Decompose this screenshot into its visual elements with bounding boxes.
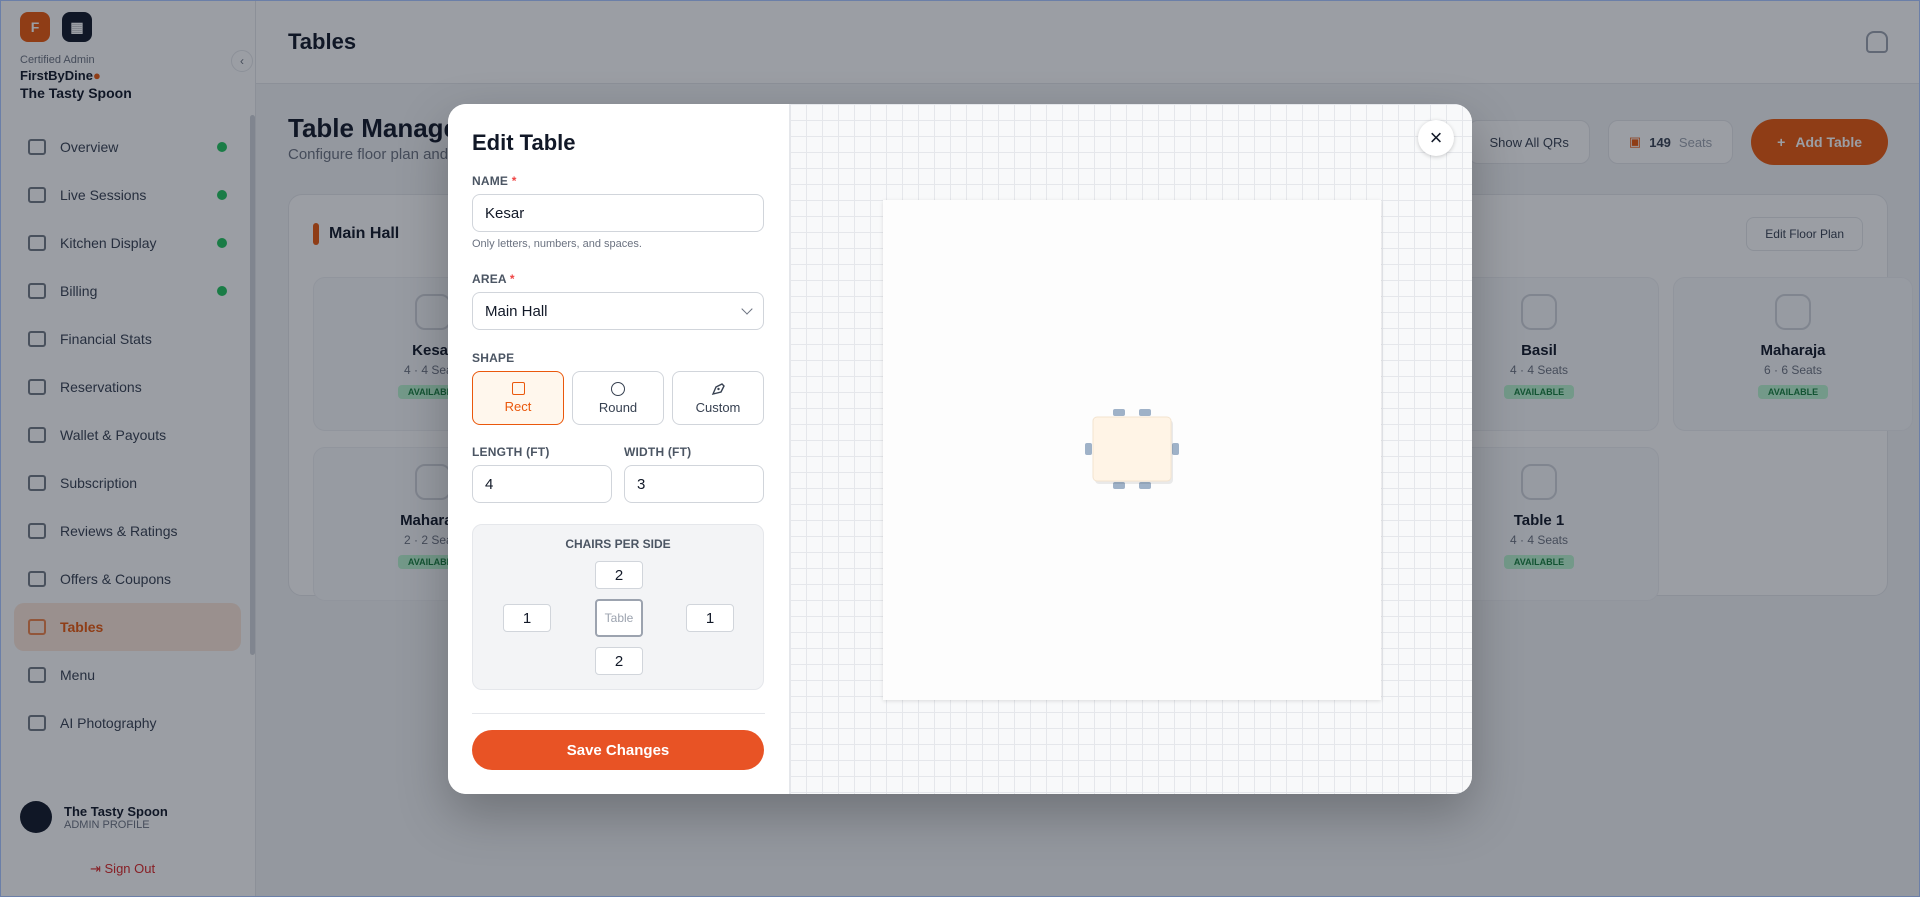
area-select[interactable]: Main Hall: [472, 292, 764, 330]
chair-top: [1139, 409, 1151, 416]
name-hint: Only letters, numbers, and spaces.: [472, 238, 642, 250]
circle-icon: [611, 381, 625, 396]
length-field: LENGTH (FT) 4: [472, 445, 612, 503]
width-input-value: 3: [637, 475, 646, 493]
dimension-fields: LENGTH (FT) 4 WIDTH (FT) 3: [472, 445, 765, 503]
save-changes-button[interactable]: Save Changes: [472, 730, 764, 770]
edit-table-modal: Edit Table NAME * Kesar Only letters, nu…: [448, 104, 1472, 794]
footer-divider: [472, 713, 765, 714]
chairs-left-input[interactable]: 1: [503, 604, 551, 632]
shape-custom-button[interactable]: Custom: [672, 371, 764, 425]
shape-options: Rect Round Custom: [472, 371, 765, 425]
length-label: LENGTH (FT): [472, 445, 550, 459]
edit-table-form: Edit Table NAME * Kesar Only letters, nu…: [448, 104, 789, 794]
name-input[interactable]: Kesar: [472, 194, 764, 232]
table-token: Table: [595, 599, 643, 637]
chair-top: [1113, 409, 1125, 416]
width-input[interactable]: 3: [624, 465, 764, 503]
chairs-right-input[interactable]: 1: [686, 604, 734, 632]
chairs-per-side-panel: CHAIRS PER SIDE 2 1 Table 1 2: [472, 524, 764, 690]
shape-label: SHAPE: [472, 351, 515, 365]
shape-round-button[interactable]: Round: [572, 371, 664, 425]
name-label-text: NAME: [472, 174, 509, 188]
required-marker: *: [511, 174, 517, 188]
preview-table: [1092, 416, 1172, 482]
preview-board: [883, 200, 1381, 700]
width-label: WIDTH (FT): [624, 445, 692, 459]
chairs-title: CHAIRS PER SIDE: [565, 537, 671, 551]
name-label: NAME *: [472, 174, 765, 188]
table-preview-canvas: ×: [789, 104, 1472, 794]
chair-right: [1172, 443, 1179, 455]
shape-rect-label: Rect: [504, 399, 532, 414]
required-marker: *: [509, 272, 515, 286]
name-input-value: Kesar: [485, 204, 525, 222]
chairs-bottom-input[interactable]: 2: [595, 647, 643, 675]
area-label-text: AREA: [472, 272, 507, 286]
shape-rect-button[interactable]: Rect: [472, 371, 564, 425]
chair-left: [1085, 443, 1092, 455]
square-icon: [511, 382, 525, 395]
pen-tool-icon: [711, 382, 725, 395]
table-preview: [1085, 409, 1179, 489]
close-button[interactable]: ×: [1418, 120, 1454, 156]
area-select-value: Main Hall: [485, 302, 548, 320]
width-field: WIDTH (FT) 3: [624, 445, 764, 503]
shape-custom-label: Custom: [695, 399, 741, 415]
shape-round-label: Round: [598, 399, 638, 415]
close-icon: ×: [1429, 125, 1443, 150]
modal-title: Edit Table: [472, 130, 576, 155]
area-label: AREA *: [472, 272, 765, 286]
chairs-top-input[interactable]: 2: [595, 561, 643, 589]
chevron-down-icon: [741, 303, 753, 315]
length-input-value: 4: [485, 475, 494, 493]
length-input[interactable]: 4: [472, 465, 612, 503]
